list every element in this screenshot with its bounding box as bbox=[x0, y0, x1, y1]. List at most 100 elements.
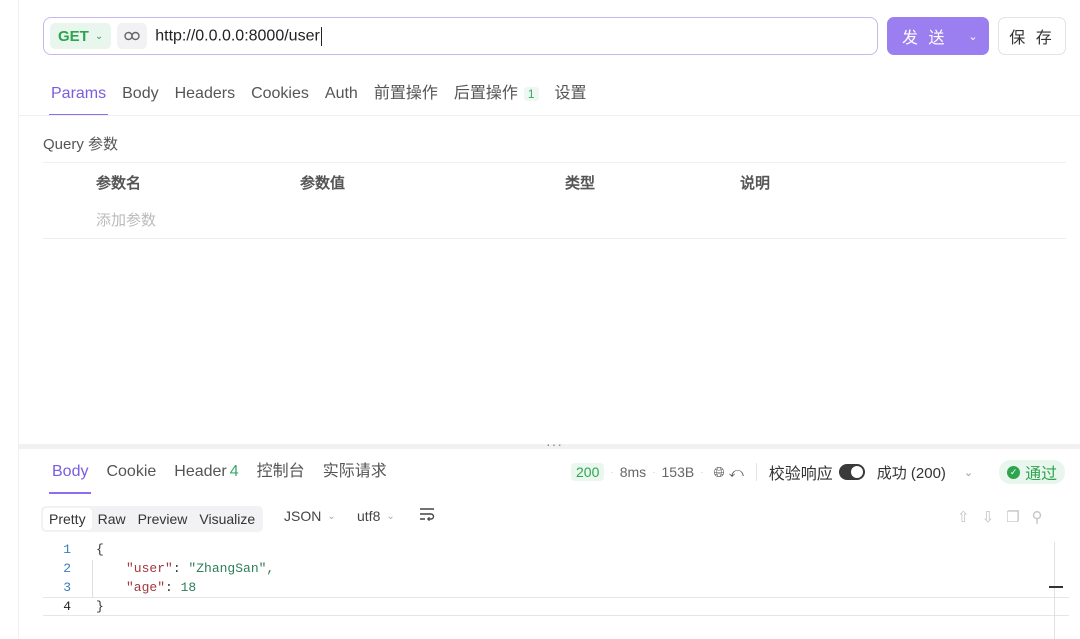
tab-settings[interactable]: 设置 bbox=[547, 82, 595, 116]
tab-post-script[interactable]: 后置操作 1 bbox=[446, 82, 547, 116]
add-param-row[interactable]: 添加参数 bbox=[43, 201, 1066, 239]
share-icon[interactable]: ⤺ bbox=[729, 464, 744, 481]
format-type-value: JSON bbox=[284, 508, 322, 524]
tab-params[interactable]: Params bbox=[43, 82, 114, 116]
tab-console[interactable]: 控制台 bbox=[248, 460, 314, 494]
tabs-divider bbox=[19, 115, 1080, 116]
encoding-value: utf8 bbox=[357, 508, 381, 524]
response-meta: 200 · 8ms · 153B · 🌐︎ ⤺ 校验响应 成功 (200) ⌄ … bbox=[571, 460, 1066, 484]
tab-response-cookie[interactable]: Cookie bbox=[97, 460, 165, 494]
json-key: "user" bbox=[126, 561, 173, 576]
code-line-current: 4 } bbox=[43, 597, 1069, 616]
link-icon-svg bbox=[124, 31, 140, 41]
code-text: } bbox=[96, 599, 104, 614]
result-select[interactable]: 成功 (200) ⌄ bbox=[877, 462, 973, 483]
view-pretty-button[interactable]: Pretty bbox=[43, 508, 92, 530]
header-count: 4 bbox=[229, 463, 239, 480]
response-tabs: Body Cookie Header 4 控制台 实际请求 bbox=[43, 460, 396, 494]
url-input[interactable]: http://0.0.0.0:8000/user bbox=[155, 26, 322, 46]
method-select[interactable]: GET ⌄ bbox=[50, 23, 112, 49]
api-request-panel: GET ⌄ http://0.0.0.0:8000/user 发 送 ⌄ 保 存… bbox=[18, 0, 1080, 639]
tab-headers[interactable]: Headers bbox=[167, 82, 243, 116]
upload-icon[interactable]: ⇧ bbox=[957, 508, 970, 526]
chevron-down-icon[interactable]: ⌄ bbox=[957, 30, 989, 43]
tab-label: Headers bbox=[174, 85, 236, 102]
tab-label: 实际请求 bbox=[322, 463, 387, 480]
tab-response-header[interactable]: Header 4 bbox=[165, 460, 247, 494]
column-header: 参数值 bbox=[300, 174, 346, 192]
code-text: { bbox=[96, 542, 104, 557]
pass-badge: ✓ 通过 bbox=[999, 460, 1066, 484]
format-type-select[interactable]: JSON ⌄ bbox=[284, 508, 336, 524]
params-header-row: 参数名 参数值 类型 说明 bbox=[43, 163, 1066, 201]
link-icon[interactable] bbox=[117, 23, 148, 49]
line-number: 2 bbox=[63, 561, 71, 576]
json-key: "age" bbox=[126, 580, 166, 595]
search-icon[interactable]: ⚲ bbox=[1032, 508, 1043, 526]
send-label: 发 送 bbox=[902, 30, 948, 47]
add-param-placeholder[interactable]: 添加参数 bbox=[96, 209, 156, 230]
method-label: GET bbox=[58, 27, 89, 45]
request-tabs: Params Body Headers Cookies Auth 前置操作 后置… bbox=[43, 82, 595, 116]
response-size: 153B bbox=[661, 464, 695, 480]
globe-icon[interactable]: 🌐︎ bbox=[714, 464, 725, 481]
tab-label: Header bbox=[174, 463, 227, 480]
pass-label: 通过 bbox=[1025, 466, 1058, 483]
response-code-editor[interactable]: 1 { 2 "user": "ZhangSan", 3 "age": 18 4 … bbox=[43, 540, 1069, 639]
status-badge: 200 bbox=[571, 463, 605, 481]
tab-pre-script[interactable]: 前置操作 bbox=[366, 82, 446, 116]
tab-label: 后置操作 bbox=[453, 85, 518, 102]
copy-icon[interactable]: ❐ bbox=[1006, 508, 1019, 526]
encoding-select[interactable]: utf8 ⌄ bbox=[357, 508, 395, 524]
chevron-down-icon: ⌄ bbox=[327, 510, 336, 522]
tab-label: Params bbox=[51, 85, 107, 102]
chevron-down-icon: ⌄ bbox=[963, 466, 974, 479]
editor-scrollbar[interactable] bbox=[1054, 542, 1055, 639]
url-bar: GET ⌄ http://0.0.0.0:8000/user bbox=[43, 17, 878, 55]
params-table: 参数名 参数值 类型 说明 添加参数 bbox=[43, 162, 1066, 239]
view-mode-group: Pretty Raw Preview Visualize bbox=[41, 506, 264, 532]
text-caret bbox=[320, 26, 322, 46]
query-params-title: Query 参数 bbox=[43, 136, 119, 153]
code-line: 1 { bbox=[43, 540, 1069, 559]
save-button[interactable]: 保 存 bbox=[998, 17, 1066, 55]
code-line: 3 "age": 18 bbox=[43, 578, 1069, 597]
tab-response-body[interactable]: Body bbox=[43, 460, 97, 494]
chevron-down-icon: ⌄ bbox=[94, 30, 104, 42]
view-visualize-button[interactable]: Visualize bbox=[193, 508, 261, 530]
tab-cookies[interactable]: Cookies bbox=[243, 82, 317, 116]
code-text: "age": 18 bbox=[126, 580, 197, 595]
verify-toggle[interactable] bbox=[838, 464, 865, 480]
tab-label: Cookie bbox=[106, 463, 157, 480]
word-wrap-icon[interactable] bbox=[419, 507, 435, 526]
tab-label: 控制台 bbox=[256, 463, 305, 480]
view-preview-button[interactable]: Preview bbox=[132, 508, 194, 530]
column-header: 参数名 bbox=[96, 174, 142, 192]
tab-label: Body bbox=[122, 85, 159, 102]
line-number: 4 bbox=[63, 599, 71, 614]
response-time: 8ms bbox=[619, 464, 647, 480]
tab-label: Body bbox=[52, 463, 89, 480]
drag-handle-icon[interactable]: ··· bbox=[546, 436, 563, 452]
line-number: 3 bbox=[63, 580, 71, 595]
tab-body[interactable]: Body bbox=[114, 82, 166, 116]
view-raw-button[interactable]: Raw bbox=[92, 508, 132, 530]
json-value: 18 bbox=[180, 580, 197, 595]
download-icon[interactable]: ⇩ bbox=[982, 508, 995, 526]
code-text: "user": "ZhangSan", bbox=[126, 561, 275, 576]
verify-label: 校验响应 bbox=[768, 466, 833, 483]
tab-label: 设置 bbox=[554, 85, 587, 102]
json-value: "ZhangSan", bbox=[188, 561, 275, 576]
result-option: 成功 (200) bbox=[876, 464, 946, 482]
line-number: 1 bbox=[63, 542, 71, 557]
verify-response: 校验响应 bbox=[769, 460, 865, 484]
send-button[interactable]: 发 送 ⌄ bbox=[887, 17, 989, 55]
tab-label: 前置操作 bbox=[373, 85, 438, 102]
code-line: 2 "user": "ZhangSan", bbox=[43, 559, 1069, 578]
separator-dot: · bbox=[700, 466, 704, 478]
separator-dot: · bbox=[652, 466, 656, 478]
chevron-down-icon: ⌄ bbox=[386, 510, 395, 522]
tab-auth[interactable]: Auth bbox=[317, 82, 366, 116]
column-header: 说明 bbox=[740, 174, 771, 192]
tab-actual-request[interactable]: 实际请求 bbox=[314, 460, 396, 494]
